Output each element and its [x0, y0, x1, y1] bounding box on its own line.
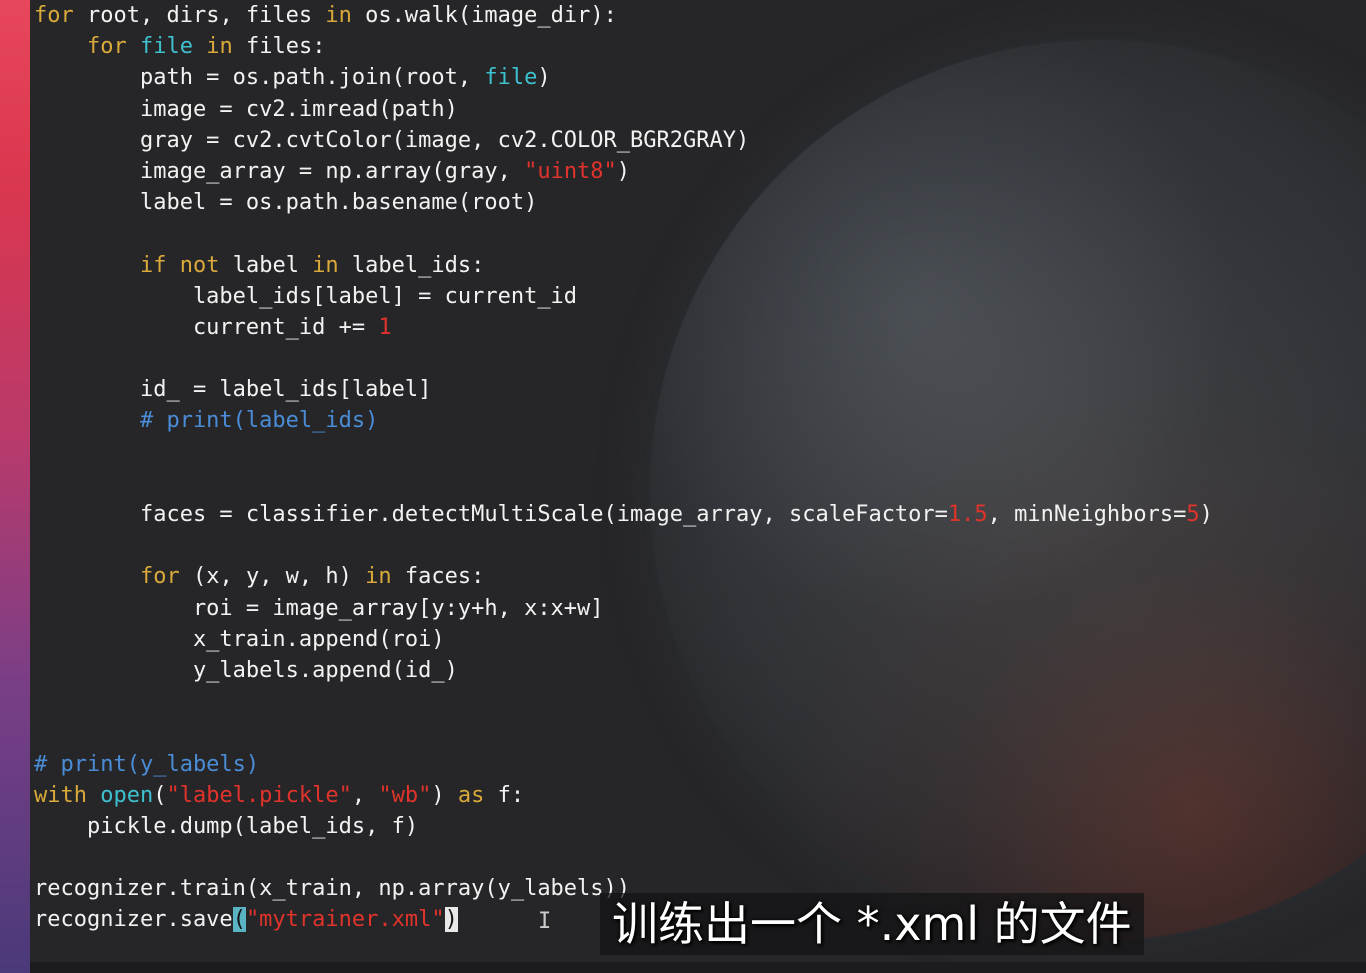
- code-token-kw: for: [139, 564, 180, 590]
- code-token: ,: [351, 782, 379, 808]
- code-line[interactable]: [34, 437, 1213, 468]
- code-line[interactable]: roi = image_array[y:y+h, x:x+w]: [34, 593, 1213, 624]
- code-token: faces:: [391, 564, 485, 590]
- code-token: root, dirs, files: [73, 3, 326, 28]
- text-cursor-icon: I: [538, 909, 552, 934]
- code-line[interactable]: with open("label.pickle", "wb") as f:: [34, 780, 1213, 811]
- code-line[interactable]: [34, 686, 1213, 717]
- code-line[interactable]: # print(label_ids): [34, 405, 1213, 436]
- code-token: image = cv2.imread(path): [34, 96, 458, 122]
- code-token: id_ = label_ids[label]: [34, 377, 432, 403]
- code-token-cursor-paren: ): [444, 907, 458, 933]
- code-line[interactable]: [34, 717, 1213, 748]
- code-token: ): [431, 782, 458, 808]
- code-line[interactable]: for (x, y, w, h) in faces:: [34, 561, 1213, 592]
- code-token-kw: as: [457, 782, 485, 808]
- code-token: os.walk(image_dir):: [351, 3, 617, 28]
- code-line[interactable]: [34, 530, 1213, 561]
- code-token-kw: for: [34, 3, 74, 28]
- bottom-edge: [30, 962, 1366, 973]
- code-token: , minNeighbors=: [987, 502, 1187, 527]
- code-token: faces = classifier.detectMultiScale(imag…: [34, 502, 948, 527]
- video-subtitle: 训练出一个 *.xml 的文件: [600, 893, 1144, 955]
- code-line[interactable]: faces = classifier.detectMultiScale(imag…: [34, 499, 1213, 530]
- code-token: pickle.dump(label_ids, f): [34, 813, 419, 839]
- code-token: label: [219, 252, 313, 278]
- code-line[interactable]: image = cv2.imread(path): [34, 94, 1213, 125]
- code-token: image_array = np.array(gray,: [34, 158, 525, 184]
- code-token-kw: if: [139, 252, 167, 278]
- code-line[interactable]: label = os.path.basename(root): [34, 187, 1213, 218]
- code-token: ): [1199, 502, 1213, 527]
- code-line[interactable]: [34, 343, 1213, 374]
- code-line[interactable]: # print(y_labels): [34, 749, 1213, 780]
- code-token: label_ids:: [338, 252, 485, 278]
- code-line[interactable]: pickle.dump(label_ids, f): [34, 811, 1213, 842]
- code-token: recognizer.train(x_train, np.array(y_lab…: [34, 876, 631, 902]
- code-token-num: 5: [1186, 502, 1200, 527]
- code-token: path = os.path.join(root,: [34, 65, 485, 91]
- code-token: x_train.append(roi): [34, 626, 445, 652]
- code-token-bi: file: [484, 65, 538, 91]
- code-line[interactable]: [34, 842, 1213, 873]
- code-token: ): [616, 158, 631, 184]
- code-token: y_labels.append(id_): [34, 657, 458, 683]
- code-token: (: [153, 782, 167, 808]
- code-token: current_id +=: [34, 314, 379, 340]
- code-token-kw: in: [325, 3, 352, 28]
- code-line[interactable]: path = os.path.join(root, file): [34, 62, 1213, 93]
- code-token: label = os.path.basename(root): [34, 190, 538, 216]
- code-token-kw: with: [34, 782, 87, 808]
- screen: for root, dirs, files in os.walk(image_d…: [0, 0, 1366, 973]
- code-line[interactable]: image_array = np.array(gray, "uint8"): [34, 156, 1213, 187]
- code-token-num: 1: [378, 314, 392, 340]
- code-editor[interactable]: for root, dirs, files in os.walk(image_d…: [30, 0, 1366, 973]
- code-token-cmt: # print(label_ids): [34, 408, 379, 434]
- code-token-kw: in: [206, 34, 233, 60]
- code-area[interactable]: for root, dirs, files in os.walk(image_d…: [34, 0, 1213, 936]
- code-token: f:: [484, 782, 525, 808]
- code-token: ): [537, 65, 551, 91]
- code-token-bi: open: [100, 782, 154, 808]
- code-token-kw: in: [365, 564, 392, 590]
- code-line[interactable]: y_labels.append(id_): [34, 655, 1213, 686]
- desktop-edge: [0, 0, 30, 973]
- code-token: label_ids[label] = current_id: [34, 283, 578, 309]
- code-line[interactable]: id_ = label_ids[label]: [34, 374, 1213, 405]
- code-token: roi = image_array[y:y+h, x:x+w]: [34, 595, 604, 621]
- code-token-num: 1.5: [947, 502, 988, 527]
- code-line[interactable]: current_id += 1: [34, 312, 1213, 343]
- code-line[interactable]: [34, 218, 1213, 249]
- code-line[interactable]: label_ids[label] = current_id: [34, 281, 1213, 312]
- code-token: recognizer.save: [34, 907, 233, 933]
- code-token-match-paren: (: [232, 907, 246, 933]
- code-token: gray = cv2.cvtColor(image, cv2.COLOR_BGR…: [34, 127, 750, 153]
- code-line[interactable]: if not label in label_ids:: [34, 250, 1213, 281]
- code-line[interactable]: [34, 468, 1213, 499]
- code-line[interactable]: gray = cv2.cvtColor(image, cv2.COLOR_BGR…: [34, 125, 1213, 156]
- code-token-bi: file: [139, 34, 193, 60]
- code-line[interactable]: for root, dirs, files in os.walk(image_d…: [34, 0, 1213, 31]
- code-line[interactable]: for file in files:: [34, 31, 1213, 62]
- code-token: (x, y, w, h): [179, 564, 366, 590]
- code-token-kw: for: [86, 34, 127, 60]
- code-line[interactable]: x_train.append(roi): [34, 624, 1213, 655]
- code-token-cmt: # print(y_labels): [34, 751, 260, 777]
- code-token: files:: [232, 34, 326, 60]
- code-token-kw: not: [179, 252, 220, 278]
- code-token-str: "wb": [378, 782, 432, 808]
- code-token-str: "mytrainer.xml": [245, 907, 445, 933]
- code-token-kw: in: [312, 252, 339, 278]
- code-token-str: "uint8": [524, 158, 617, 184]
- code-token-str: "label.pickle": [166, 782, 352, 808]
